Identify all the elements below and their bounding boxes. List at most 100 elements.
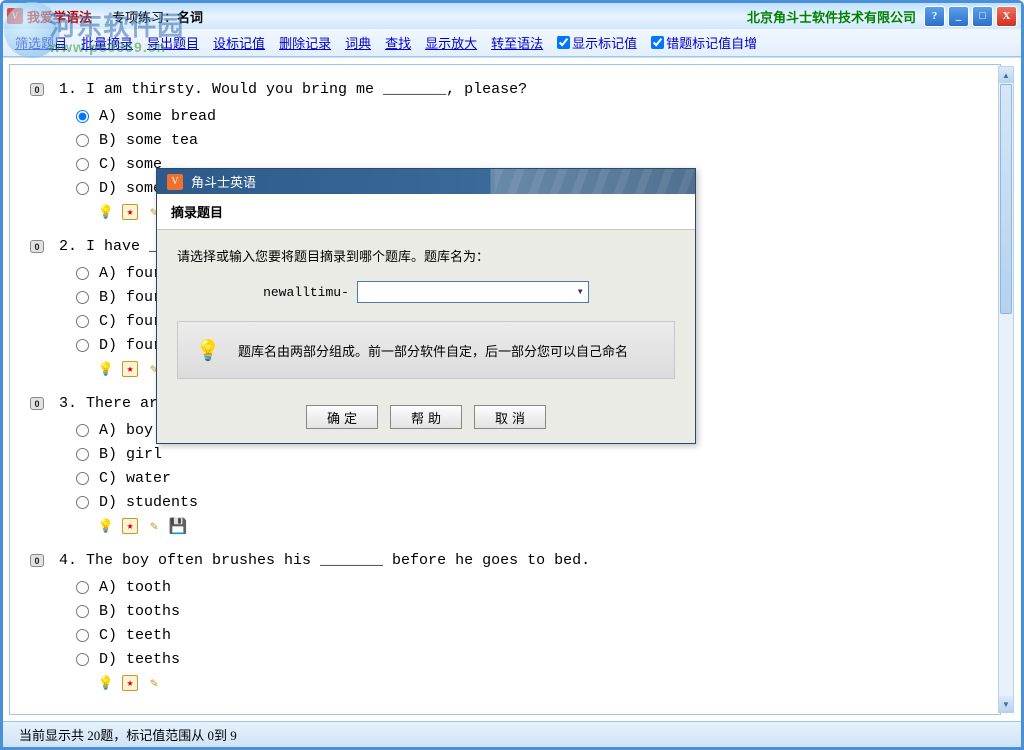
answer-option[interactable]: B) girl (76, 442, 990, 466)
toolbar-link-batch[interactable]: 批量摘录 (81, 33, 133, 52)
bookmark-icon[interactable]: ★ (122, 675, 138, 691)
ok-button[interactable]: 确定 (306, 405, 378, 429)
cancel-button[interactable]: 取消 (474, 405, 546, 429)
modal-info-box: 💡 题库名由两部分组成。前一部分软件自定，后一部分您可以自己命名 (177, 321, 675, 379)
checkbox-auto-inc[interactable]: 错题标记值自增 (651, 33, 757, 52)
hint-icon[interactable]: 💡 (98, 675, 114, 691)
answer-option[interactable]: D) students (76, 490, 990, 514)
toolbar-link-setmark[interactable]: 设标记值 (213, 33, 265, 52)
bookmark-icon[interactable]: ★ (122, 518, 138, 534)
toolbar-link-dict[interactable]: 词典 (345, 33, 371, 52)
answer-option[interactable]: B) tooths (76, 599, 990, 623)
answer-option[interactable]: D) teeths (76, 647, 990, 671)
scroll-down-arrow[interactable]: ▼ (999, 696, 1013, 712)
option-text: A) tooth (99, 579, 171, 596)
modal-buttons: 确定 帮助 取消 (157, 395, 695, 443)
question-text: 2. I have _ (50, 238, 158, 255)
toolbar-link-zoom[interactable]: 显示放大 (425, 33, 477, 52)
close-button[interactable]: X (996, 6, 1017, 27)
radio-option[interactable] (76, 158, 89, 171)
toolbar: 筛选题目 批量摘录 导出题目 设标记值 删除记录 词典 查找 显示放大 转至语法… (3, 29, 1021, 57)
option-text: B) girl (99, 446, 162, 463)
option-text: C) teeth (99, 627, 171, 644)
option-text: C) four (99, 313, 162, 330)
edit-icon[interactable]: ✎ (146, 675, 162, 691)
combo-label: newalltimu- (263, 285, 349, 300)
company-label: 北京角斗士软件技术有限公司 (747, 7, 916, 26)
modal-input-row: newalltimu- (177, 281, 675, 303)
modal-titlebar[interactable]: V 角斗士英语 (157, 169, 695, 194)
help-button[interactable]: ? (924, 6, 945, 27)
radio-option[interactable] (76, 339, 89, 352)
statusbar: 当前显示共 20题，标记值范围从 0到 9 (3, 721, 1021, 747)
toolbar-link-filter[interactable]: 筛选题目 (15, 33, 67, 52)
answer-option[interactable]: C) teeth (76, 623, 990, 647)
toolbar-link-delete[interactable]: 删除记录 (279, 33, 331, 52)
radio-option[interactable] (76, 496, 89, 509)
app-icon: V (7, 8, 23, 24)
scroll-up-arrow[interactable]: ▲ (999, 67, 1013, 83)
mark-badge[interactable]: 0 (30, 83, 44, 96)
option-text: A) some bread (99, 108, 216, 125)
radio-option[interactable] (76, 182, 89, 195)
hint-icon[interactable]: 💡 (98, 518, 114, 534)
radio-option[interactable] (76, 629, 89, 642)
bookmark-icon[interactable]: ★ (122, 204, 138, 220)
titlebar: V 我爱学语法 专项练习：名词 北京角斗士软件技术有限公司 ? _ □ X (3, 3, 1021, 29)
option-text: C) some (99, 156, 162, 173)
modal-prompt: 请选择或输入您要将题目摘录到哪个题库。题库名为： (177, 246, 675, 265)
answer-option[interactable]: A) some bread (76, 104, 990, 128)
hint-icon[interactable]: 💡 (98, 204, 114, 220)
modal-header: 摘录题目 (157, 194, 695, 230)
answer-option[interactable]: A) tooth (76, 575, 990, 599)
vertical-scrollbar[interactable]: ▲ ▼ (998, 66, 1014, 713)
question-block: 0 4. The boy often brushes his _______ b… (30, 552, 990, 691)
toolbar-link-export[interactable]: 导出题目 (147, 33, 199, 52)
minimize-button[interactable]: _ (948, 6, 969, 27)
modal-info-text: 题库名由两部分组成。前一部分软件自定，后一部分您可以自己命名 (238, 341, 628, 360)
edit-icon[interactable]: ✎ (146, 518, 162, 534)
radio-option[interactable] (76, 424, 89, 437)
radio-option[interactable] (76, 134, 89, 147)
option-text: A) boy (99, 422, 153, 439)
option-text: B) some tea (99, 132, 198, 149)
window-buttons: ? _ □ X (924, 6, 1017, 27)
modal-body: 请选择或输入您要将题目摘录到哪个题库。题库名为： newalltimu- 💡 题… (157, 230, 695, 395)
mark-badge[interactable]: 0 (30, 397, 44, 410)
app-title: 我爱学语法 (27, 7, 92, 26)
question-action-icons: 💡 ★ ✎ (98, 675, 990, 691)
question-action-icons: 💡 ★ ✎ 💾 (98, 518, 990, 534)
option-text: B) four (99, 289, 162, 306)
radio-option[interactable] (76, 448, 89, 461)
option-text: C) water (99, 470, 171, 487)
mark-badge[interactable]: 0 (30, 554, 44, 567)
radio-option[interactable] (76, 110, 89, 123)
bookmark-icon[interactable]: ★ (122, 361, 138, 377)
toolbar-link-find[interactable]: 查找 (385, 33, 411, 52)
radio-option[interactable] (76, 267, 89, 280)
save-icon[interactable]: 💾 (170, 518, 186, 534)
mark-badge[interactable]: 0 (30, 240, 44, 253)
dbname-combobox[interactable] (357, 281, 589, 303)
answer-option[interactable]: C) water (76, 466, 990, 490)
hint-icon[interactable]: 💡 (98, 361, 114, 377)
modal-app-icon: V (167, 174, 183, 190)
status-text: 当前显示共 20题，标记值范围从 0到 9 (19, 725, 237, 744)
toolbar-link-grammar[interactable]: 转至语法 (491, 33, 543, 52)
option-text: A) four (99, 265, 162, 282)
checkbox-show-mark[interactable]: 显示标记值 (557, 33, 637, 52)
radio-option[interactable] (76, 315, 89, 328)
modal-title: 角斗士英语 (191, 172, 256, 191)
question-text: 4. The boy often brushes his _______ bef… (50, 552, 590, 569)
modal-dialog: V 角斗士英语 摘录题目 请选择或输入您要将题目摘录到哪个题库。题库名为： ne… (156, 168, 696, 444)
radio-option[interactable] (76, 291, 89, 304)
question-text: 3. There ar (50, 395, 158, 412)
help-button[interactable]: 帮助 (390, 405, 462, 429)
radio-option[interactable] (76, 605, 89, 618)
radio-option[interactable] (76, 653, 89, 666)
radio-option[interactable] (76, 472, 89, 485)
radio-option[interactable] (76, 581, 89, 594)
scroll-thumb[interactable] (1000, 84, 1012, 314)
maximize-button[interactable]: □ (972, 6, 993, 27)
answer-option[interactable]: B) some tea (76, 128, 990, 152)
